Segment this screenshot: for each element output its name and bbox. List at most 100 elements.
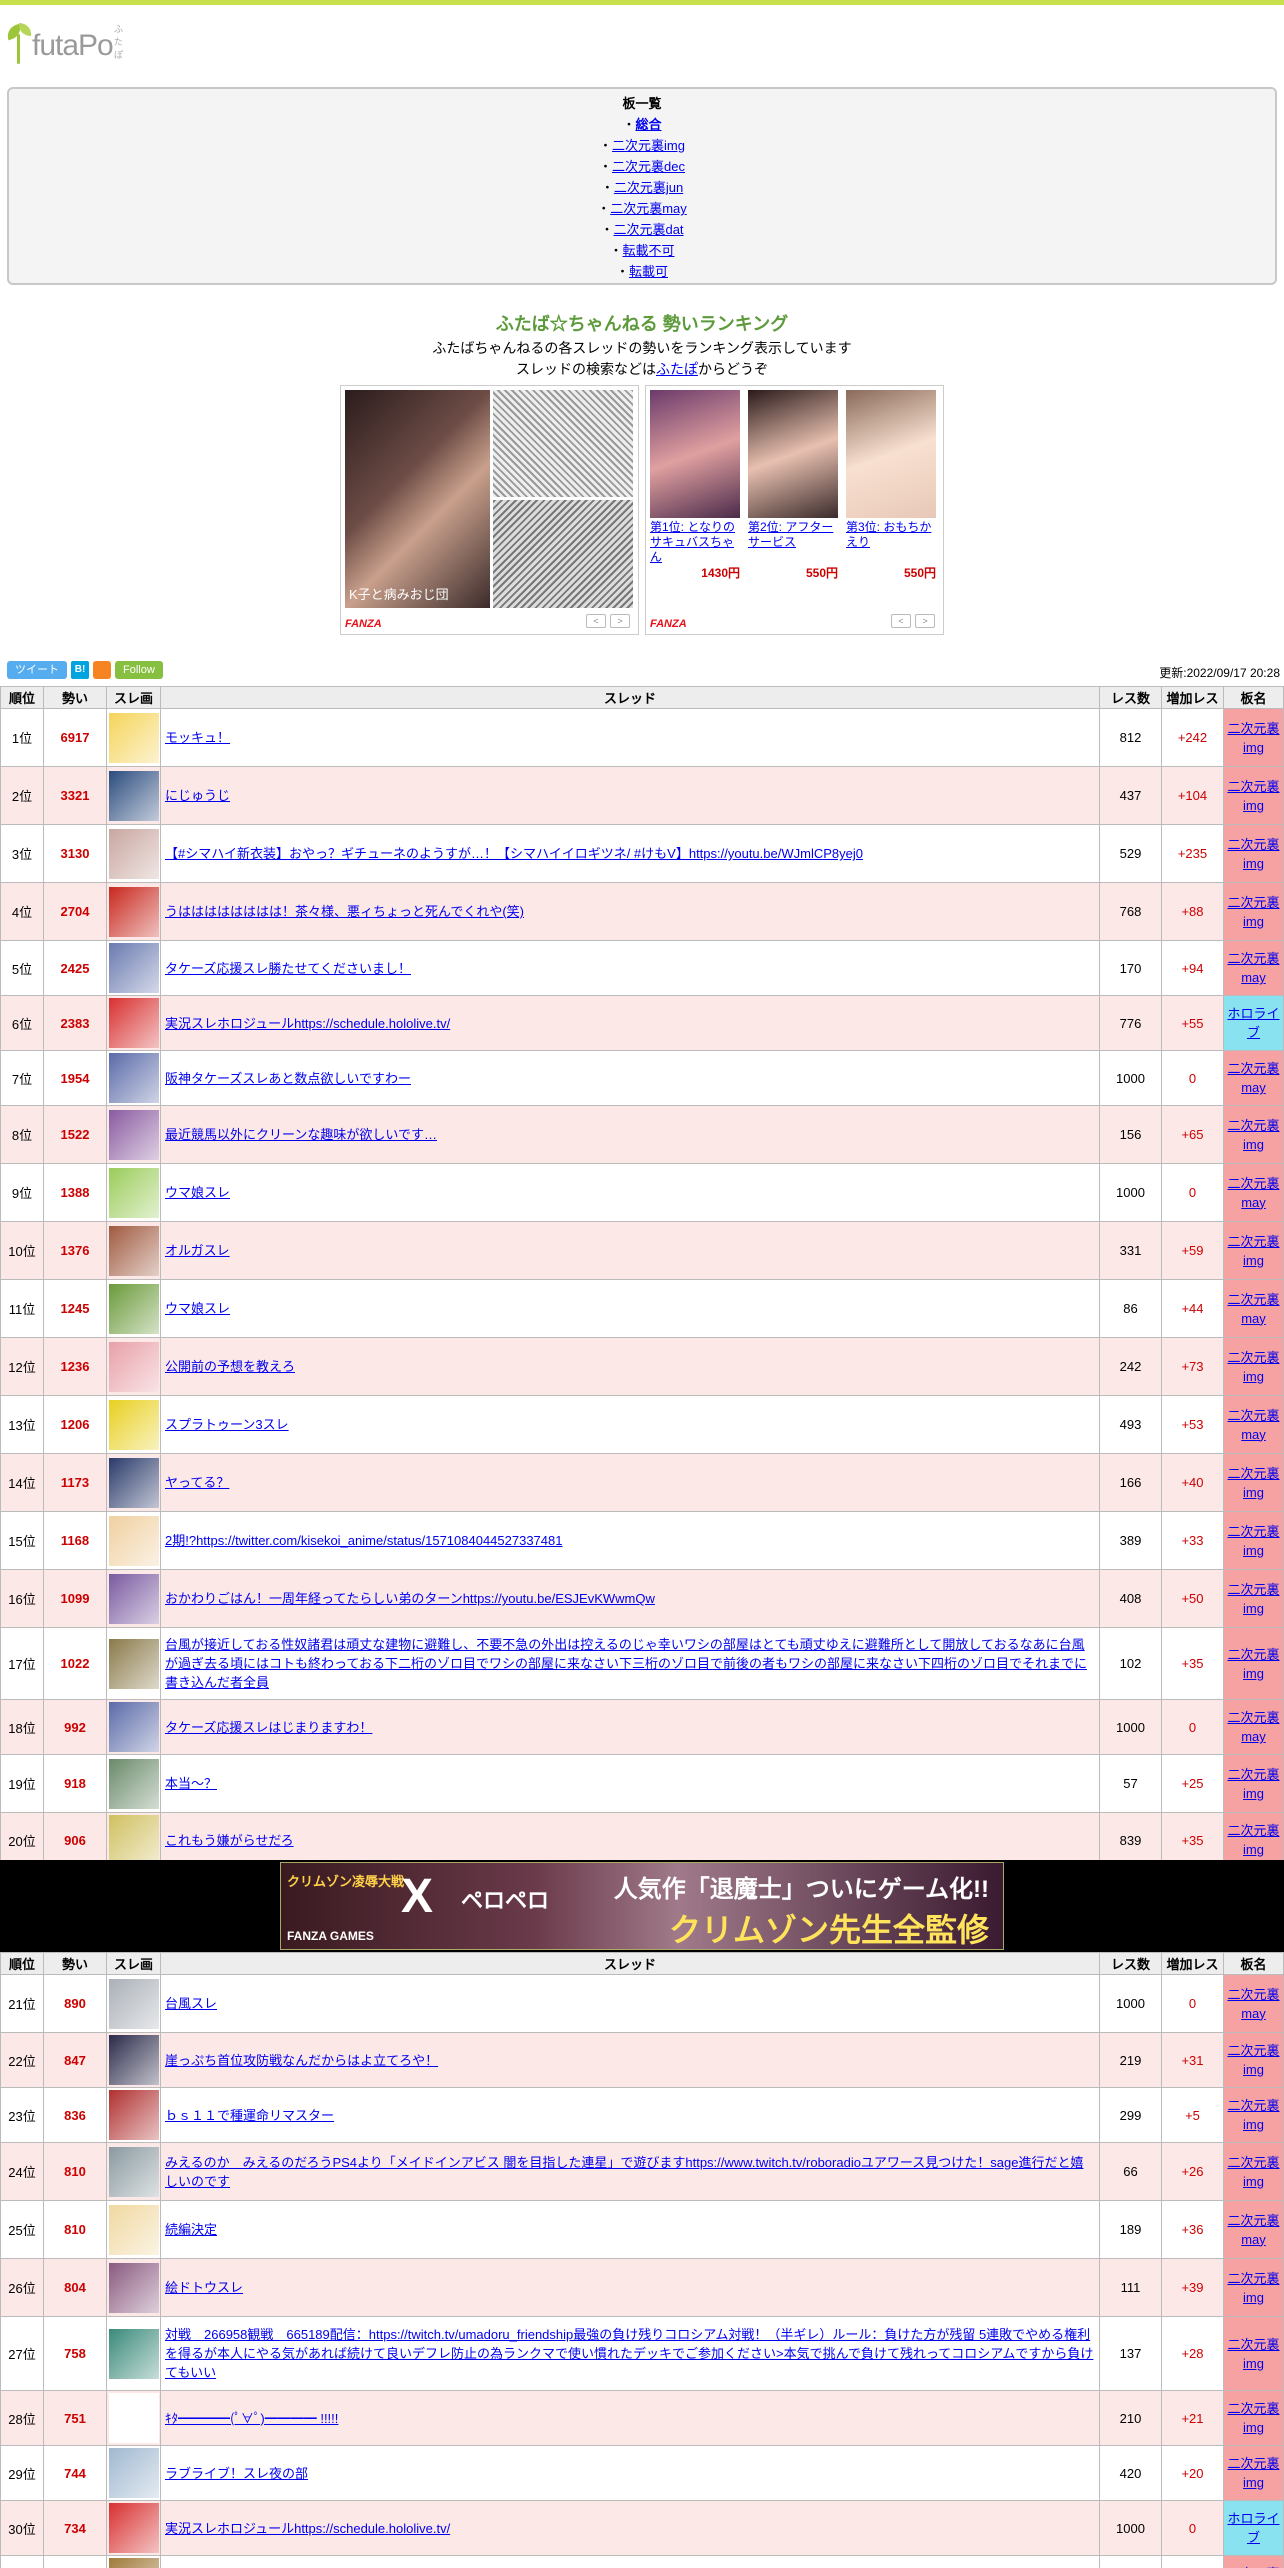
- board-name-link[interactable]: 二次元裏img: [1227, 1524, 1279, 1558]
- board-link[interactable]: 二次元裏img: [612, 138, 685, 153]
- board-name-link[interactable]: 二次元裏img: [1227, 1466, 1279, 1500]
- board-link[interactable]: 二次元裏jun: [614, 180, 683, 195]
- thread-link[interactable]: スプラトゥーン3スレ: [165, 1417, 289, 1432]
- prev-button[interactable]: <: [891, 614, 911, 628]
- thread-link[interactable]: 本当〜？: [165, 1776, 217, 1791]
- board-link[interactable]: 二次元裏dat: [613, 222, 683, 237]
- thread-link[interactable]: ウマ娘スレ: [165, 1301, 230, 1316]
- thread-thumbnail[interactable]: [109, 2393, 159, 2443]
- thread-link[interactable]: タケーズ応援スレ勝たせてくださいまし！: [165, 961, 411, 976]
- board-name-link[interactable]: 二次元裏img: [1227, 2098, 1279, 2132]
- ad-right[interactable]: 第1位: となりのサキュバスちゃん 1430円 第2位: アフターサービス 55…: [645, 385, 944, 635]
- thread-thumbnail[interactable]: [109, 2146, 159, 2197]
- ad-cover-image[interactable]: [345, 390, 490, 608]
- thread-link[interactable]: にじゅうじ: [165, 788, 230, 803]
- board-name-link[interactable]: 二次元裏img: [1227, 1350, 1279, 1384]
- prev-button[interactable]: <: [586, 614, 606, 628]
- product-image[interactable]: [748, 390, 838, 518]
- thread-thumbnail[interactable]: [109, 2448, 159, 2498]
- rss-icon[interactable]: [93, 661, 111, 679]
- futapo-link[interactable]: ふたぽ: [656, 361, 698, 377]
- thread-link[interactable]: タケーズ応援スレはじまりますわ！: [165, 1720, 372, 1735]
- thread-link[interactable]: 絵ドトウスレ: [165, 2280, 243, 2295]
- product-image[interactable]: [846, 390, 936, 518]
- board-name-link[interactable]: 二次元裏img: [1227, 2456, 1279, 2490]
- thread-thumbnail[interactable]: [109, 1341, 159, 1392]
- thread-thumbnail[interactable]: [109, 1978, 159, 2029]
- thread-thumbnail[interactable]: [109, 886, 159, 937]
- board-name-link[interactable]: 二次元裏img: [1227, 1823, 1279, 1857]
- board-name-link[interactable]: 二次元裏may: [1227, 1710, 1279, 1744]
- board-link[interactable]: 二次元裏may: [610, 201, 687, 216]
- product-title[interactable]: 第3位: おもちかえり: [846, 520, 936, 564]
- ad-product[interactable]: 第1位: となりのサキュバスちゃん 1430円: [650, 390, 740, 581]
- next-button[interactable]: >: [610, 614, 630, 628]
- thread-thumbnail[interactable]: [109, 1283, 159, 1334]
- banner-image[interactable]: クリムゾン凌辱大戦 X ペロペロ FANZA GAMES 人気作「退魔士」ついに…: [280, 1862, 1004, 1950]
- thread-thumbnail[interactable]: [109, 2204, 159, 2255]
- board-name-link[interactable]: 二次元裏may: [1227, 951, 1279, 985]
- next-button[interactable]: >: [915, 614, 935, 628]
- board-name-link[interactable]: 二次元裏img: [1227, 2155, 1279, 2189]
- thread-link[interactable]: ラブライブ！スレ夜の部: [165, 2466, 308, 2481]
- thread-link[interactable]: 阪神タケーズスレあと数点欲しいですわー: [165, 1071, 411, 1086]
- thread-thumbnail[interactable]: [109, 1702, 159, 1752]
- ad-product[interactable]: 第2位: アフターサービス 550円: [748, 390, 838, 581]
- thread-link[interactable]: おかわりごはん！一周年経ってたらしい弟のターンhttps://youtu.be/…: [165, 1591, 655, 1606]
- thread-thumbnail[interactable]: [109, 1399, 159, 1450]
- board-name-link[interactable]: 二次元裏img: [1227, 1582, 1279, 1616]
- thread-thumbnail[interactable]: [109, 943, 159, 993]
- thread-thumbnail[interactable]: [109, 828, 159, 879]
- thread-link[interactable]: 続編決定: [165, 2222, 217, 2237]
- thread-thumbnail[interactable]: [109, 770, 159, 821]
- thread-thumbnail[interactable]: [109, 1053, 159, 1103]
- thread-thumbnail[interactable]: [109, 1638, 159, 1689]
- thread-thumbnail[interactable]: [109, 1225, 159, 1276]
- thread-thumbnail[interactable]: [109, 2090, 159, 2140]
- board-name-link[interactable]: 二次元裏img: [1227, 779, 1279, 813]
- thread-link[interactable]: 2期!?https://twitter.com/kisekoi_anime/st…: [165, 1533, 562, 1548]
- board-name-link[interactable]: 二次元裏img: [1227, 2271, 1279, 2305]
- board-name-link[interactable]: 二次元裏may: [1227, 1408, 1279, 1442]
- thread-thumbnail[interactable]: [109, 2503, 159, 2553]
- board-name-link[interactable]: 二次元裏img: [1227, 2043, 1279, 2077]
- thread-link[interactable]: 公開前の予想を教えろ: [165, 1359, 295, 1374]
- thread-link[interactable]: 【#シマハイ新衣装】おやっ？ギチューネのようすが…！【シマハイイロギツネ/ #け…: [165, 846, 863, 861]
- product-title[interactable]: 第2位: アフターサービス: [748, 520, 838, 564]
- thread-link[interactable]: 実況スレホロジュールhttps://schedule.hololive.tv/: [165, 2521, 450, 2536]
- ad-product[interactable]: 第3位: おもちかえり 550円: [846, 390, 936, 581]
- thread-thumbnail[interactable]: [109, 1457, 159, 1508]
- board-name-link[interactable]: 二次元裏may: [1227, 1061, 1279, 1095]
- board-name-link[interactable]: 二次元裏may: [1227, 1292, 1279, 1326]
- thread-link[interactable]: 台風スレ: [165, 1996, 217, 2011]
- thread-thumbnail[interactable]: [109, 998, 159, 1048]
- thread-link[interactable]: モッキュ！: [165, 730, 230, 745]
- thread-link[interactable]: 最近競馬以外にクリーンな趣味が欲しいです…: [165, 1127, 437, 1142]
- thread-link[interactable]: 崖っぷち首位攻防戦なんだからはよ立てろや！: [165, 2053, 438, 2068]
- board-link[interactable]: 総合: [636, 117, 662, 132]
- board-link[interactable]: 転載可: [629, 264, 668, 279]
- thread-thumbnail[interactable]: [109, 2558, 159, 2568]
- board-link[interactable]: 転載不可: [623, 243, 675, 258]
- board-name-link[interactable]: 二次元裏may: [1227, 1987, 1279, 2021]
- board-name-link[interactable]: 二次元裏img: [1227, 895, 1279, 929]
- board-name-link[interactable]: 二次元裏img: [1227, 1647, 1279, 1681]
- board-name-link[interactable]: 二次元裏img: [1227, 837, 1279, 871]
- thread-thumbnail[interactable]: [109, 1515, 159, 1566]
- thread-link[interactable]: ｂｓ１１で種運命リマスター: [165, 2108, 334, 2123]
- board-name-link[interactable]: 二次元裏may: [1227, 1176, 1279, 1210]
- ad-left[interactable]: K子と病みおじ団 FANZA < >: [340, 385, 639, 635]
- thread-link[interactable]: ｷﾀ━━━━(ﾟ∀ﾟ)━━━━ !!!!!: [165, 2411, 338, 2426]
- board-name-link[interactable]: ホロライブ: [1227, 1006, 1279, 1040]
- thread-thumbnail[interactable]: [109, 1167, 159, 1218]
- thread-link[interactable]: 実況スレホロジュールhttps://schedule.hololive.tv/: [165, 1016, 450, 1031]
- thread-link[interactable]: うはははははははは！茶々様、悪ィちょっと死んでくれや(笑): [165, 904, 524, 919]
- board-name-link[interactable]: 二次元裏img: [1227, 1767, 1279, 1801]
- board-name-link[interactable]: 二次元裏may: [1227, 2213, 1279, 2247]
- ad-sample-image[interactable]: [493, 390, 633, 497]
- thread-thumbnail[interactable]: [109, 712, 159, 763]
- thread-link[interactable]: みえるのか みえるのだろうPS4より「メイドインアビス 闇を目指した連星」で遊び…: [165, 2155, 1083, 2189]
- thread-link[interactable]: ウマ娘スレ: [165, 1185, 230, 1200]
- product-image[interactable]: [650, 390, 740, 518]
- follow-button[interactable]: Follow: [115, 661, 163, 679]
